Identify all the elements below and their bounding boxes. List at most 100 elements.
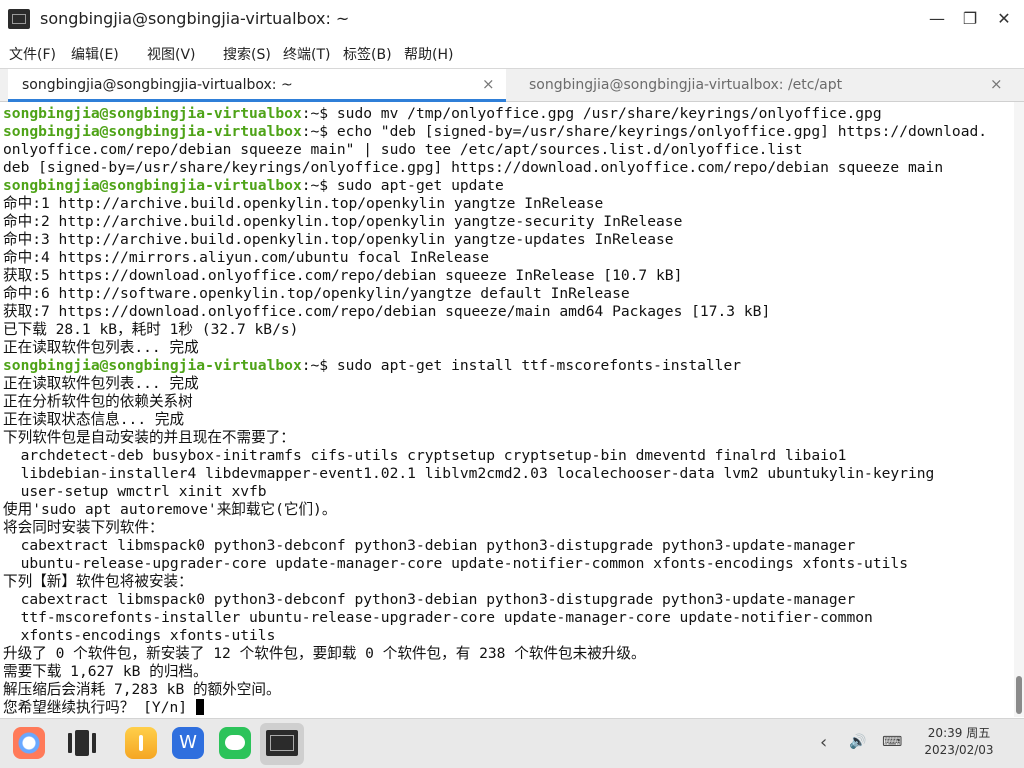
terminal-line: songbingjia@songbingjia-virtualbox:~$ su… (3, 177, 504, 195)
tab-label: songbingjia@songbingjia-virtualbox: /etc… (529, 77, 843, 93)
output-text: libdebian-installer4 libdevmapper-event1… (3, 465, 935, 482)
menu-edit[interactable]: 编辑(E) (71, 44, 119, 64)
browser-icon[interactable] (13, 727, 45, 759)
terminal-line: 升级了 0 个软件包，新安装了 12 个软件包，要卸载 0 个软件包，有 238… (3, 645, 646, 663)
output-text: 命中:3 http://archive.build.openkylin.top/… (3, 231, 674, 248)
output-text: 命中:1 http://archive.build.openkylin.top/… (3, 195, 604, 212)
tab-close-icon[interactable]: × (990, 75, 1003, 93)
terminal-line: archdetect-deb busybox-initramfs cifs-ut… (3, 447, 847, 465)
output-text: onlyoffice.com/repo/debian squeeze main"… (3, 141, 803, 158)
output-text: cabextract libmspack0 python3-debconf py… (3, 591, 856, 608)
tab-home[interactable]: songbingjia@songbingjia-virtualbox: ~ × (8, 69, 506, 102)
terminal-line: songbingjia@songbingjia-virtualbox:~$ ec… (3, 123, 987, 141)
output-text: cabextract libmspack0 python3-debconf py… (3, 537, 856, 554)
output-text: ttf-mscorefonts-installer ubuntu-release… (3, 609, 873, 626)
shell-prompt: songbingjia@songbingjia-virtualbox (3, 357, 302, 374)
terminal-line: 正在读取软件包列表... 完成 (3, 339, 199, 357)
command-text: :~$ sudo apt-get update (301, 177, 504, 194)
terminal-line: 解压缩后会消耗 7,283 kB 的额外空间。 (3, 681, 281, 699)
output-text: 升级了 0 个软件包，新安装了 12 个软件包，要卸载 0 个软件包，有 238… (3, 645, 646, 662)
menu-search[interactable]: 搜索(S) (223, 44, 271, 64)
terminal-line: libdebian-installer4 libdevmapper-event1… (3, 465, 935, 483)
output-text: 下列【新】软件包将被安装： (3, 573, 193, 590)
terminal-line: 已下载 28.1 kB，耗时 1秒 (32.7 kB/s) (3, 321, 298, 339)
terminal-line: 正在分析软件包的依赖关系树 (3, 393, 193, 411)
output-text: 命中:6 http://software.openkylin.top/openk… (3, 285, 630, 302)
terminal-app-icon (8, 9, 30, 29)
taskbar: W ‹ 🔊 ⌨ 20:39 周五 2023/02/03 (0, 718, 1024, 768)
file-manager-icon[interactable] (125, 727, 157, 759)
output-text: 命中:4 https://mirrors.aliyun.com/ubuntu f… (3, 249, 490, 266)
output-text: xfonts-encodings xfonts-utils (3, 627, 276, 644)
terminal-line: 正在读取软件包列表... 完成 (3, 375, 199, 393)
command-text: :~$ echo "deb [signed-by=/usr/share/keyr… (301, 123, 988, 140)
window-title: songbingjia@songbingjia-virtualbox: ~ (40, 9, 350, 28)
title-bar: songbingjia@songbingjia-virtualbox: ~ — … (0, 0, 1024, 38)
shell-prompt: songbingjia@songbingjia-virtualbox (3, 177, 302, 194)
tab-label: songbingjia@songbingjia-virtualbox: ~ (22, 77, 293, 93)
tab-etc-apt[interactable]: songbingjia@songbingjia-virtualbox: /etc… (516, 69, 1016, 102)
command-text: :~$ sudo mv /tmp/onlyoffice.gpg /usr/sha… (301, 105, 882, 122)
menu-terminal[interactable]: 终端(T) (283, 44, 330, 64)
output-text: 解压缩后会消耗 7,283 kB 的额外空间。 (3, 681, 281, 698)
terminal-line: 命中:4 https://mirrors.aliyun.com/ubuntu f… (3, 249, 489, 267)
wps-icon[interactable]: W (172, 727, 204, 759)
restore-button[interactable]: ❐ (959, 8, 981, 30)
terminal-line: 命中:2 http://archive.build.openkylin.top/… (3, 213, 682, 231)
output-text: 正在读取软件包列表... 完成 (3, 375, 199, 392)
text-cursor (195, 699, 204, 715)
terminal-line: 命中:3 http://archive.build.openkylin.top/… (3, 231, 674, 249)
output-text: 使用'sudo apt autoremove'来卸载它(它们)。 (3, 501, 337, 518)
output-text: 需要下载 1,627 kB 的归档。 (3, 663, 208, 680)
output-text: 已下载 28.1 kB，耗时 1秒 (32.7 kB/s) (3, 321, 299, 338)
keyboard-icon[interactable]: ⌨ (882, 734, 902, 750)
volume-icon[interactable]: 🔊 (849, 734, 866, 750)
output-text: archdetect-deb busybox-initramfs cifs-ut… (3, 447, 847, 464)
terminal-line: ttf-mscorefonts-installer ubuntu-release… (3, 609, 873, 627)
output-text: user-setup wmctrl xinit xvfb (3, 483, 267, 500)
terminal-icon[interactable] (266, 730, 298, 756)
terminal-line: cabextract libmspack0 python3-debconf py… (3, 591, 856, 609)
terminal-line: 下列【新】软件包将被安装： (3, 573, 193, 591)
wechat-icon[interactable] (219, 727, 251, 759)
menu-view[interactable]: 视图(V) (147, 44, 196, 64)
output-text: 正在读取软件包列表... 完成 (3, 339, 199, 356)
terminal-line: cabextract libmspack0 python3-debconf py… (3, 537, 856, 555)
minimize-button[interactable]: — (926, 8, 948, 30)
terminal-output[interactable]: songbingjia@songbingjia-virtualbox:~$ su… (0, 102, 1014, 717)
terminal-line: ubuntu-release-upgrader-core update-mana… (3, 555, 908, 573)
menu-bar: 文件(F) 编辑(E) 视图(V) 搜索(S) 终端(T) 标签(B) 帮助(H… (0, 38, 1024, 68)
terminal-line: 获取:7 https://download.onlyoffice.com/rep… (3, 303, 770, 321)
terminal-line: 正在读取状态信息... 完成 (3, 411, 184, 429)
terminal-line: 您希望继续执行吗？ [Y/n] (3, 699, 204, 717)
terminal-line: onlyoffice.com/repo/debian squeeze main"… (3, 141, 803, 159)
terminal-line: 获取:5 https://download.onlyoffice.com/rep… (3, 267, 682, 285)
output-text: 下列软件包是自动安装的并且现在不需要了： (3, 429, 295, 446)
tray-expand-icon[interactable]: ‹ (820, 732, 827, 753)
terminal-line: 下列软件包是自动安装的并且现在不需要了： (3, 429, 295, 447)
scrollbar-thumb[interactable] (1016, 676, 1022, 714)
clock-time: 20:39 周五 (927, 726, 991, 740)
terminal-line: 将会同时安装下列软件： (3, 519, 164, 537)
tab-bar: songbingjia@songbingjia-virtualbox: ~ × … (0, 68, 1024, 102)
terminal-line: 使用'sudo apt autoremove'来卸载它(它们)。 (3, 501, 336, 519)
clock-date: 2023/02/03 (924, 743, 994, 757)
menu-tabs[interactable]: 标签(B) (343, 44, 392, 64)
terminal-line: 命中:1 http://archive.build.openkylin.top/… (3, 195, 603, 213)
terminal-line: songbingjia@songbingjia-virtualbox:~$ su… (3, 357, 741, 375)
scrollbar[interactable] (1014, 102, 1024, 717)
terminal-line: deb [signed-by=/usr/share/keyrings/onlyo… (3, 159, 943, 177)
output-text: 正在读取状态信息... 完成 (3, 411, 185, 428)
confirm-prompt: 您希望继续执行吗？ [Y/n] (3, 699, 196, 716)
output-text: 获取:7 https://download.onlyoffice.com/rep… (3, 303, 771, 320)
clock[interactable]: 20:39 周五 2023/02/03 (914, 725, 1004, 759)
shell-prompt: songbingjia@songbingjia-virtualbox (3, 123, 302, 140)
command-text: :~$ sudo apt-get install ttf-mscorefonts… (301, 357, 742, 374)
tab-close-icon[interactable]: × (482, 75, 495, 93)
multitask-icon[interactable] (66, 727, 98, 759)
shell-prompt: songbingjia@songbingjia-virtualbox (3, 105, 302, 122)
menu-file[interactable]: 文件(F) (9, 44, 56, 64)
close-window-button[interactable]: ✕ (993, 8, 1015, 30)
terminal-line: user-setup wmctrl xinit xvfb (3, 483, 267, 501)
menu-help[interactable]: 帮助(H) (404, 44, 453, 64)
